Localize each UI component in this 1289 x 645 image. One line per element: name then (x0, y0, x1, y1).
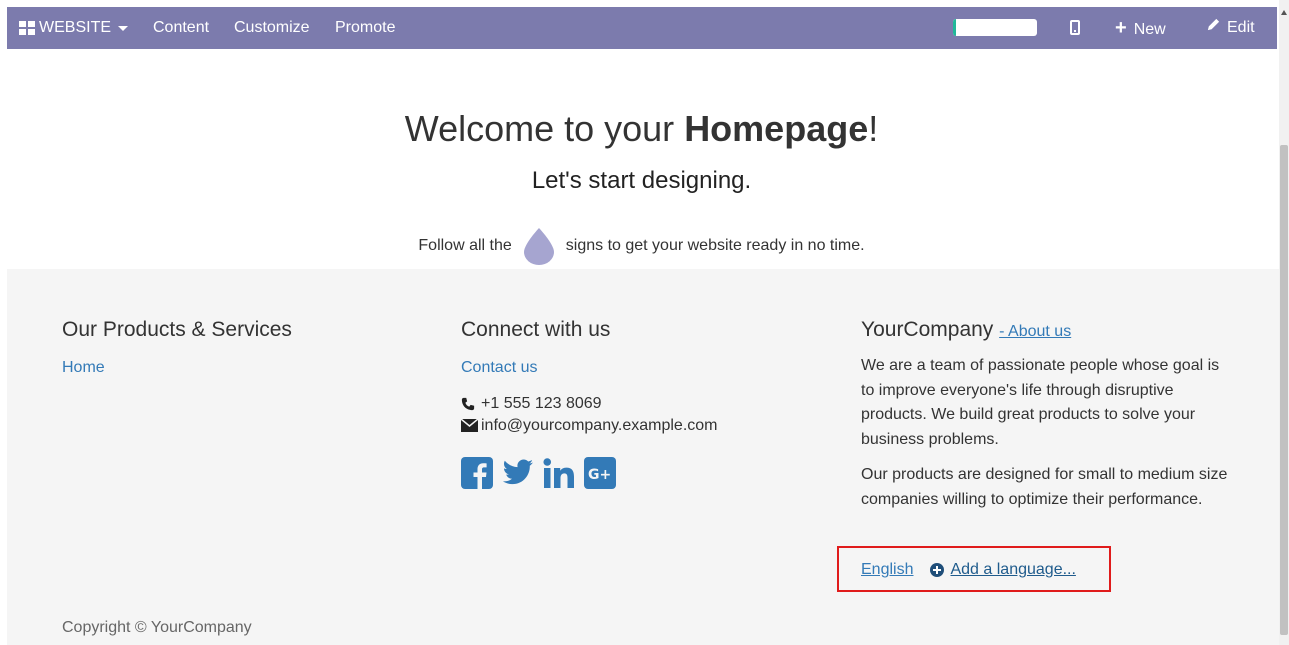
edit-button[interactable]: Edit (1206, 7, 1255, 49)
website-menu-button[interactable]: WEBSITE (19, 7, 129, 49)
progress-bar[interactable] (953, 19, 1037, 36)
email-address: info@yourcompany.example.com (481, 417, 718, 434)
water-drop-icon (521, 226, 557, 266)
email-line: info@yourcompany.example.com (460, 417, 718, 435)
edit-label: Edit (1227, 19, 1255, 36)
phone-number: +1 555 123 8069 (481, 395, 602, 412)
plus-icon: + (1115, 17, 1127, 39)
company-description-2: Our products are designed for small to m… (861, 466, 1228, 508)
language-english[interactable]: English (861, 561, 913, 579)
follow-pre: Follow all the (418, 237, 512, 254)
grid-icon (19, 21, 35, 35)
facebook-icon[interactable] (461, 457, 493, 489)
title-post: ! (868, 108, 879, 149)
linkedin-icon[interactable] (543, 457, 575, 489)
menu-customize[interactable]: Customize (234, 7, 310, 49)
contact-us-link[interactable]: Contact us (461, 359, 718, 377)
connect-heading: Connect with us (461, 318, 611, 341)
scroll-up-arrow-icon[interactable] (1281, 10, 1287, 15)
menu-promote[interactable]: Promote (335, 7, 395, 49)
plus-circle-icon (930, 563, 945, 577)
website-menu-label: WEBSITE (39, 19, 112, 36)
pencil-icon (1206, 7, 1221, 49)
add-language-label: Add a language... (950, 561, 1076, 578)
new-button[interactable]: + New (1115, 7, 1166, 49)
google-plus-icon[interactable]: G+ (584, 457, 616, 489)
title-bold: Homepage (684, 108, 869, 149)
products-heading: Our Products & Services (62, 318, 292, 341)
social-icons: G+ (461, 457, 718, 489)
website-top-bar: WEBSITE Content Customize Promote + New E… (7, 7, 1277, 49)
follow-post: signs to get your website ready in no ti… (565, 237, 865, 254)
footer-col-products: Our Products & Services Home (62, 318, 292, 377)
copyright: Copyright © YourCompany (62, 619, 252, 636)
caret-down-icon (118, 25, 129, 31)
footer-col-company: YourCompany - About us We are a team of … (861, 318, 1231, 512)
phone-icon (461, 397, 477, 411)
svg-text:G+: G+ (588, 467, 611, 483)
follow-hint: Follow all the signs to get your website… (0, 226, 1283, 266)
home-link[interactable]: Home (62, 359, 292, 377)
title-pre: Welcome to your (404, 108, 685, 149)
company-description-1: We are a team of passionate people whose… (861, 357, 1220, 448)
scrollbar-thumb[interactable] (1280, 145, 1288, 635)
company-heading: YourCompany - About us (861, 318, 1231, 342)
company-name: YourCompany (861, 318, 994, 341)
menu-content[interactable]: Content (153, 7, 209, 49)
progress-fill (953, 19, 957, 36)
footer-col-connect: Connect with us Contact us +1 555 123 80… (460, 318, 718, 489)
language-selector: English Add a language... (861, 561, 1076, 579)
about-us-link[interactable]: - About us (999, 323, 1071, 340)
phone-line: +1 555 123 8069 (461, 395, 718, 413)
twitter-icon[interactable] (502, 457, 534, 489)
mobile-preview-icon[interactable] (1070, 20, 1080, 35)
add-language-link[interactable]: Add a language... (930, 561, 1076, 579)
new-label: New (1133, 21, 1166, 38)
envelope-icon (460, 418, 479, 433)
page-subtitle: Let's start designing. (531, 167, 752, 194)
page-title: Welcome to your Homepage! (0, 108, 1283, 150)
